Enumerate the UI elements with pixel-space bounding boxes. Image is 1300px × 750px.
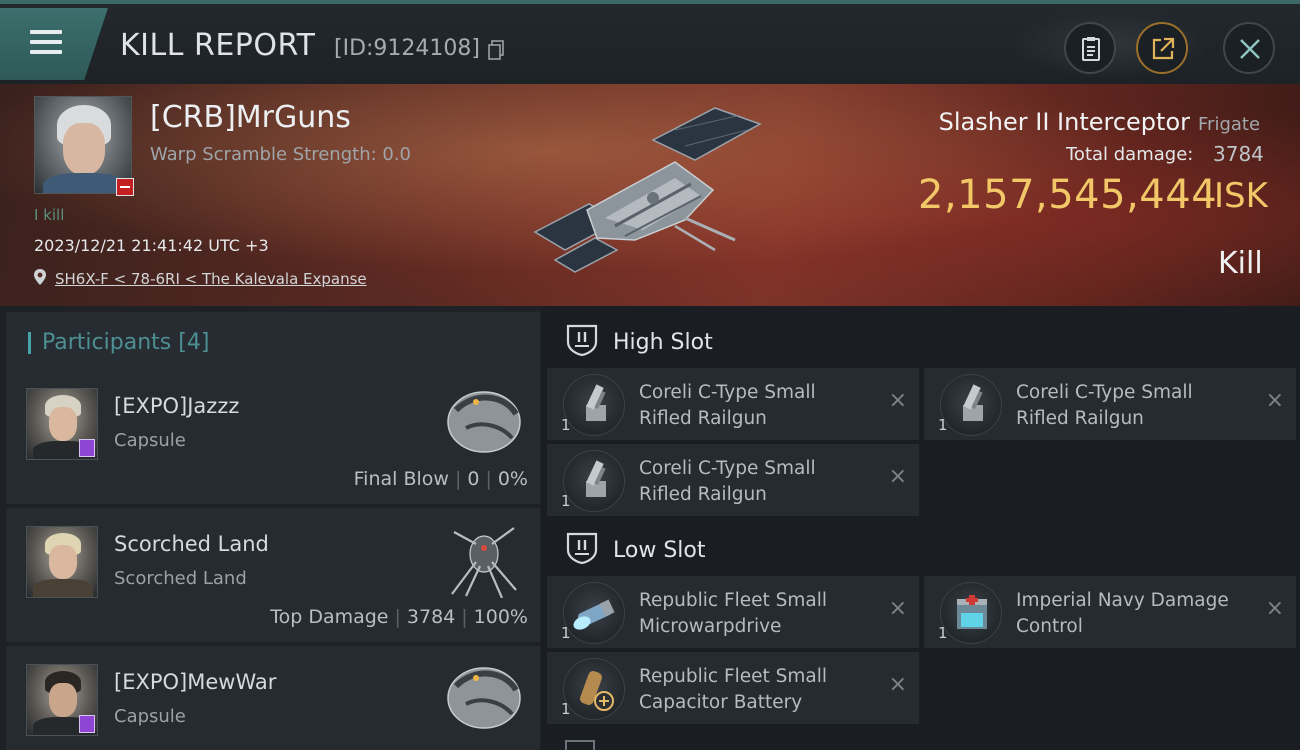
stat-label: Final Blow (353, 468, 449, 490)
participant-avatar[interactable] (26, 664, 98, 736)
module-quantity: 1 (561, 492, 571, 510)
copy-icon[interactable] (488, 40, 504, 60)
stat-percent: 0% (497, 468, 528, 490)
participant-avatar[interactable] (26, 388, 98, 460)
module-item[interactable]: 1 Imperial Navy Damage Control × (924, 576, 1296, 648)
close-icon[interactable]: × (1266, 388, 1284, 413)
participant-avatar[interactable] (26, 526, 98, 598)
module-name: Republic Fleet Small Microwarpdrive (639, 590, 828, 637)
damage-control-icon (940, 582, 1002, 644)
corp-badge-icon (79, 715, 95, 733)
share-button[interactable] (1136, 22, 1188, 74)
clipboard-button[interactable] (1064, 22, 1116, 74)
kill-datetime: 2023/12/21 21:41:42 UTC +3 (34, 236, 269, 255)
module-quantity: 1 (938, 624, 948, 642)
high-slot-header: High Slot (547, 312, 1300, 368)
module-name: Coreli C-Type Small Rifled Railgun (639, 382, 816, 429)
participant-name: [EXPO]MewWar (114, 670, 277, 694)
module-quantity: 1 (561, 416, 571, 434)
corp-badge-icon (79, 439, 95, 457)
participant-name: [EXPO]Jazzz (114, 394, 240, 418)
participant-row[interactable]: [EXPO]Jazzz Capsule Final Blow | 0 | 0% (6, 370, 540, 504)
low-slot-icon (566, 532, 598, 564)
participant-ship: Scorched Land (114, 568, 247, 589)
module-quantity: 1 (561, 700, 571, 718)
isk-unit: ISK (1214, 176, 1268, 216)
participants-header[interactable]: Participants [4] (6, 312, 540, 370)
menu-icon (30, 30, 62, 34)
railgun-icon (940, 374, 1002, 436)
participant-stats: Final Blow | 0 | 0% (353, 468, 528, 490)
menu-button[interactable] (0, 8, 108, 80)
victim-ship-class: Frigate (1198, 114, 1261, 135)
fitting-panel: High Slot 1 Coreli C-Type Small Rifled R… (541, 306, 1300, 750)
participant-row[interactable]: [EXPO]MewWar Capsule (6, 646, 540, 750)
share-icon (1152, 37, 1175, 60)
drone-ship-icon (451, 527, 517, 598)
module-name: Republic Fleet Small Capacitor Battery (639, 666, 828, 713)
module-item[interactable]: 1 Coreli C-Type Small Rifled Railgun × (547, 368, 919, 440)
clipboard-icon (1082, 37, 1100, 61)
participants-panel: Participants [4] [EXPO]Jazzz Capsule Fin… (0, 306, 541, 750)
module-item[interactable]: 1 Coreli C-Type Small Rifled Railgun × (547, 444, 919, 516)
module-item[interactable]: 1 Coreli C-Type Small Rifled Railgun × (924, 368, 1296, 440)
close-icon[interactable]: × (889, 388, 907, 413)
close-icon[interactable]: × (889, 672, 907, 697)
top-bar: KILL REPORT [ID:9124108] (0, 0, 1300, 84)
hostile-badge-icon (116, 178, 134, 196)
participants-count: [4] (178, 330, 210, 355)
isk-value: 2,157,545,444 (918, 172, 1218, 218)
kill-location-link[interactable]: SH6X-F < 78-6RI < The Kalevala Expanse (55, 270, 367, 288)
capsule-ship-icon (447, 391, 521, 453)
capsule-ship-icon (447, 667, 521, 729)
participant-ship: Capsule (114, 430, 186, 451)
module-name: Coreli C-Type Small Rifled Railgun (639, 458, 816, 505)
total-damage-value: 3784 (1213, 142, 1264, 166)
module-quantity: 1 (938, 416, 948, 434)
railgun-icon (563, 374, 625, 436)
stat-label: Top Damage (270, 606, 389, 628)
module-quantity: 1 (561, 624, 571, 642)
module-item[interactable]: 1 Republic Fleet Small Microwarpdrive × (547, 576, 919, 648)
location-pin-icon (34, 269, 46, 285)
stat-damage: 3784 (406, 606, 456, 628)
page-title: KILL REPORT (120, 28, 316, 63)
participant-row[interactable]: Scorched Land Scorched Land Top Damage | 3… (6, 508, 540, 642)
low-slot-header: Low Slot (547, 520, 1300, 576)
high-slot-icon (566, 324, 598, 356)
close-icon (1240, 39, 1260, 59)
report-id: [ID:9124108] (334, 36, 480, 61)
participant-ship: Capsule (114, 706, 186, 727)
victim-name[interactable]: [CRB]MrGuns (150, 100, 351, 135)
warp-scramble-strength: Warp Scramble Strength: 0.0 (150, 144, 412, 165)
close-button[interactable] (1223, 22, 1275, 74)
participant-stats: Top Damage | 3784 | 100% (270, 606, 528, 628)
microwarpdrive-icon (563, 582, 625, 644)
railgun-icon (563, 450, 625, 512)
stat-percent: 100% (473, 606, 528, 628)
close-icon[interactable]: × (889, 596, 907, 621)
high-slot-label: High Slot (613, 330, 713, 355)
next-slot-icon (565, 740, 595, 750)
capacitor-battery-icon (563, 658, 625, 720)
module-item[interactable]: 1 Republic Fleet Small Capacitor Battery… (547, 652, 919, 724)
module-name: Imperial Navy Damage Control (1016, 590, 1229, 637)
module-name: Coreli C-Type Small Rifled Railgun (1016, 382, 1193, 429)
close-icon[interactable]: × (1266, 596, 1284, 621)
low-slot-label: Low Slot (613, 538, 706, 563)
victim-ship-image (533, 107, 762, 273)
kill-result-label: Kill (1218, 246, 1263, 281)
kill-tag: Ⅰ kill (34, 206, 65, 224)
participant-name: Scorched Land (114, 532, 269, 556)
stat-damage: 0 (467, 468, 480, 490)
total-damage-label: Total damage: (1066, 144, 1194, 165)
participants-label: Participants (42, 330, 172, 355)
victim-ship-name[interactable]: Slasher II Interceptor (939, 108, 1190, 136)
close-icon[interactable]: × (889, 464, 907, 489)
